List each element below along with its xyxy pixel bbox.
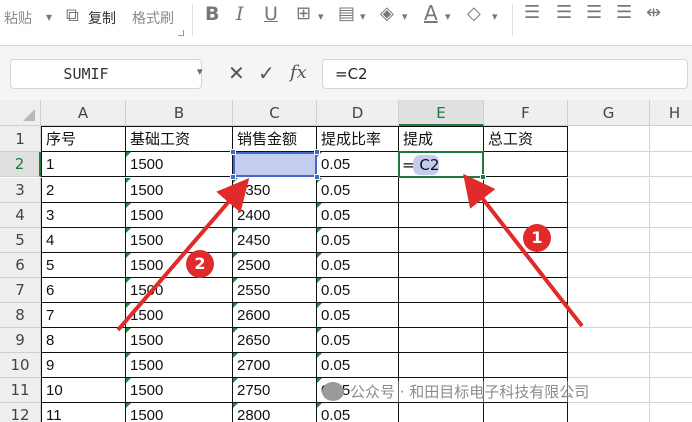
arrow-1: [463, 173, 584, 328]
watermark-text: 公众号 · 和田目标电子科技有限公司: [350, 381, 590, 402]
annotation-badge-1: 1: [523, 224, 551, 252]
annotation-arrows: [116, 173, 584, 332]
annotation-badge-2: 2: [186, 250, 214, 278]
arrow-2: [116, 177, 250, 332]
wechat-icon: [322, 382, 344, 401]
